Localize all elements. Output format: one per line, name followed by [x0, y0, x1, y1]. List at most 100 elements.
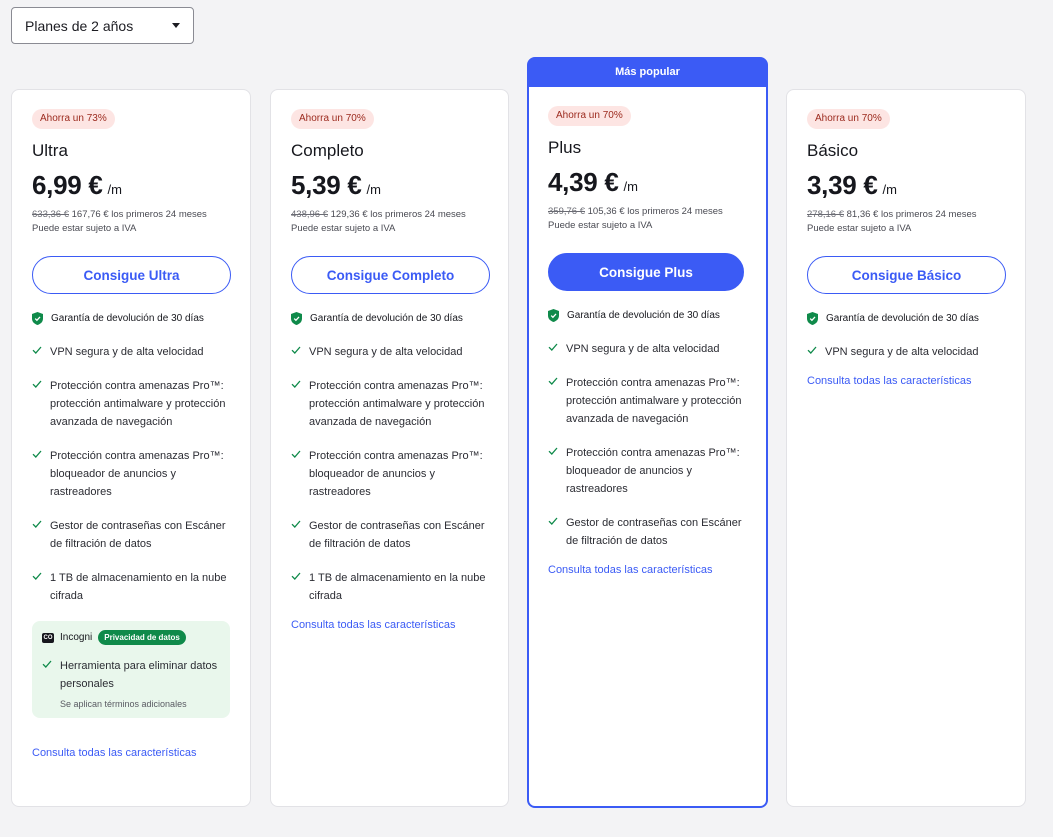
price-period: /m — [623, 179, 638, 194]
shield-icon — [807, 312, 818, 325]
plan-duration-select[interactable]: Planes de 2 años — [11, 7, 194, 44]
plan-duration-value: Planes de 2 años — [25, 17, 134, 34]
tax-note: Puede estar sujeto a IVA — [807, 223, 912, 234]
check-icon — [291, 380, 301, 388]
check-icon — [32, 346, 42, 354]
price-amount: 4,39 € — [548, 167, 619, 197]
guarantee-text: Garantía de devolución de 30 días — [310, 313, 463, 324]
check-icon — [32, 380, 42, 388]
price-details: 278,16 € 81,36 € los primeros 24 meses P… — [807, 208, 1005, 236]
total-price: 129,36 € — [330, 209, 368, 220]
period-text: los primeros 24 meses — [111, 209, 207, 220]
feature-text: VPN segura y de alta velocidad — [566, 343, 720, 355]
guarantee-text: Garantía de devolución de 30 días — [567, 310, 720, 321]
incogni-feature-text: Herramienta para eliminar datos personal… — [60, 660, 218, 690]
price-period: /m — [107, 182, 122, 197]
feature-list: VPN segura y de alta velocidad Protecció… — [548, 340, 747, 550]
shield-icon — [548, 309, 559, 322]
plan-price: 5,39 € /m — [291, 170, 488, 201]
incogni-name: Incogni — [60, 632, 93, 643]
get-plus-button[interactable]: Consigue Plus — [548, 253, 744, 291]
old-price: 359,76 € — [548, 206, 585, 217]
old-price: 438,96 € — [291, 209, 328, 220]
check-icon — [291, 346, 301, 354]
price-amount: 3,39 € — [807, 170, 878, 200]
feature-text: VPN segura y de alta velocidad — [309, 346, 463, 358]
all-features-link[interactable]: Consulta todas las características — [32, 747, 230, 759]
period-text: los primeros 24 meses — [627, 206, 723, 217]
plan-card-basico: Ahorra un 70% Básico 3,39 € /m 278,16 € … — [786, 89, 1026, 807]
check-icon — [42, 660, 52, 668]
check-icon — [32, 572, 42, 580]
feature-text: VPN segura y de alta velocidad — [825, 346, 979, 358]
feature-item: Protección contra amenazas Pro™: protecc… — [548, 374, 747, 428]
plan-name: Ultra — [32, 141, 68, 160]
feature-list: VPN segura y de alta velocidad — [807, 343, 1005, 361]
discount-badge: Ahorra un 70% — [807, 109, 890, 129]
period-text: los primeros 24 meses — [880, 209, 977, 220]
all-features-link[interactable]: Consulta todas las características — [548, 564, 747, 576]
feature-text: VPN segura y de alta velocidad — [50, 346, 204, 358]
feature-item: Gestor de contraseñas con Escáner de fil… — [32, 517, 230, 553]
shield-icon — [291, 312, 302, 325]
check-icon — [548, 343, 558, 351]
feature-item: VPN segura y de alta velocidad — [548, 340, 747, 358]
guarantee-text: Garantía de devolución de 30 días — [51, 313, 204, 324]
plan-price: 3,39 € /m — [807, 170, 1005, 201]
price-details: 438,96 € 129,36 € los primeros 24 meses … — [291, 208, 488, 236]
feature-text: Protección contra amenazas Pro™: protecc… — [309, 380, 485, 428]
feature-text: Gestor de contraseñas con Escáner de fil… — [50, 520, 226, 550]
feature-item: Gestor de contraseñas con Escáner de fil… — [548, 514, 747, 550]
feature-text: Protección contra amenazas Pro™: protecc… — [50, 380, 226, 428]
check-icon — [32, 520, 42, 528]
feature-text: Protección contra amenazas Pro™: bloquea… — [50, 450, 224, 498]
total-price: 105,36 € — [587, 206, 625, 217]
plan-card-completo: Ahorra un 70% Completo 5,39 € /m 438,96 … — [270, 89, 509, 807]
feature-item: VPN segura y de alta velocidad — [807, 343, 1005, 361]
plan-name: Completo — [291, 141, 364, 160]
plan-price: 4,39 € /m — [548, 167, 747, 198]
plan-name: Plus — [548, 138, 582, 157]
tax-note: Puede estar sujeto a IVA — [291, 223, 396, 234]
total-price: 81,36 € — [846, 209, 879, 220]
discount-badge: Ahorra un 70% — [291, 109, 374, 129]
feature-item: Protección contra amenazas Pro™: bloquea… — [548, 444, 747, 498]
old-price: 633,36 € — [32, 209, 69, 220]
get-basico-button[interactable]: Consigue Básico — [807, 256, 1006, 294]
incogni-feature: Herramienta para eliminar datos personal… — [42, 657, 220, 693]
money-back-guarantee: Garantía de devolución de 30 días — [291, 312, 488, 325]
check-icon — [291, 450, 301, 458]
feature-item: Protección contra amenazas Pro™: protecc… — [32, 377, 230, 431]
feature-text: Gestor de contraseñas con Escáner de fil… — [309, 520, 485, 550]
all-features-link[interactable]: Consulta todas las características — [291, 619, 488, 631]
check-icon — [548, 447, 558, 455]
feature-item: VPN segura y de alta velocidad — [32, 343, 230, 361]
price-period: /m — [882, 182, 897, 197]
total-price: 167,76 € — [71, 209, 109, 220]
get-ultra-button[interactable]: Consigue Ultra — [32, 256, 231, 294]
price-amount: 5,39 € — [291, 170, 362, 200]
feature-item: Gestor de contraseñas con Escáner de fil… — [291, 517, 488, 553]
discount-badge: Ahorra un 70% — [548, 106, 631, 126]
incogni-header: CO Incogni Privacidad de datos — [42, 630, 220, 645]
feature-text: 1 TB de almacenamiento en la nube cifrad… — [50, 572, 227, 602]
terms-note: Se aplican términos adicionales — [60, 699, 187, 709]
feature-text: Protección contra amenazas Pro™: bloquea… — [309, 450, 483, 498]
feature-item: 1 TB de almacenamiento en la nube cifrad… — [291, 569, 488, 605]
old-price: 278,16 € — [807, 209, 844, 220]
privacy-badge: Privacidad de datos — [98, 630, 186, 645]
tax-note: Puede estar sujeto a IVA — [32, 223, 137, 234]
price-details: 359,76 € 105,36 € los primeros 24 meses … — [548, 205, 747, 233]
plan-price: 6,99 € /m — [32, 170, 230, 201]
get-completo-button[interactable]: Consigue Completo — [291, 256, 490, 294]
check-icon — [548, 517, 558, 525]
price-period: /m — [366, 182, 381, 197]
feature-text: Protección contra amenazas Pro™: protecc… — [566, 377, 742, 425]
price-amount: 6,99 € — [32, 170, 103, 200]
most-popular-label: Más popular — [615, 66, 680, 78]
tax-note: Puede estar sujeto a IVA — [548, 220, 653, 231]
incogni-logo-icon: CO — [42, 632, 54, 643]
feature-item: VPN segura y de alta velocidad — [291, 343, 488, 361]
feature-item: Protección contra amenazas Pro™: bloquea… — [32, 447, 230, 501]
all-features-link[interactable]: Consulta todas las características — [807, 375, 1005, 387]
